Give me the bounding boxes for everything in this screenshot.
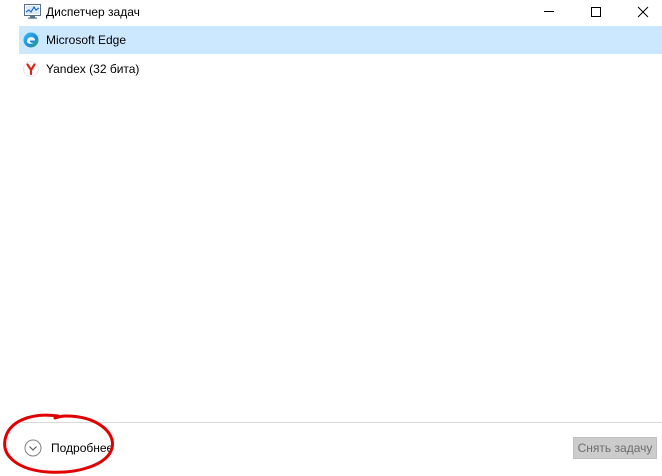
maximize-button[interactable] [573,0,619,24]
maximize-icon [591,7,601,17]
yandex-icon [23,61,39,77]
window-title: Диспетчер задач [46,5,140,19]
process-label: Microsoft Edge [46,33,127,47]
list-item-yandex[interactable]: Yandex (32 бита) [19,55,662,83]
chevron-down-icon [24,439,42,460]
edge-icon [23,32,39,48]
more-details-toggle[interactable]: Подробнее [24,437,124,459]
footer-divider [22,422,662,423]
more-details-label: Подробнее [51,441,114,455]
minimize-icon [544,11,554,12]
list-item-microsoft-edge[interactable]: Microsoft Edge [19,26,662,54]
close-icon [637,6,649,18]
title-bar[interactable]: Диспетчер задач [0,0,662,24]
minimize-button[interactable] [526,0,572,24]
process-label: Yandex (32 бита) [46,62,140,76]
close-button[interactable] [620,0,662,24]
end-task-button[interactable]: Снять задачу [573,437,657,459]
task-manager-icon [24,4,41,19]
process-list[interactable]: Microsoft Edge Yandex (32 бита) [0,26,662,422]
